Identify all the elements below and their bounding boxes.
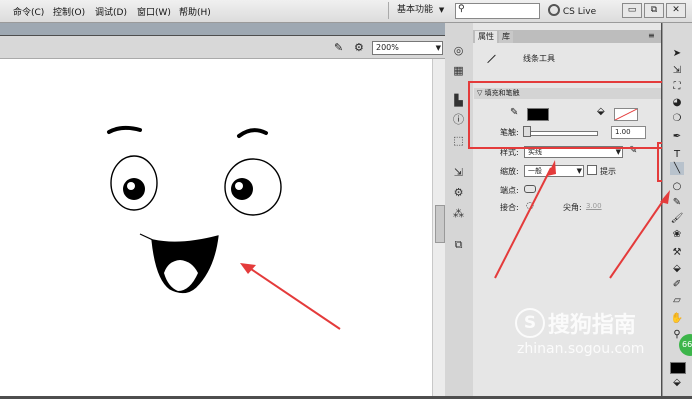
workspace-label: 基本功能	[397, 5, 434, 15]
chevron-down-icon: ▼	[438, 6, 445, 14]
chevron-down-icon: ▼	[435, 44, 441, 52]
close-button[interactable]: ✕	[666, 3, 686, 18]
tool-name: 线条工具	[523, 54, 555, 63]
document-tab-strip	[0, 23, 445, 35]
minimize-icon: ▭	[627, 5, 637, 15]
menu-debug[interactable]: 调试(D)	[95, 5, 127, 18]
right-eye-highlight	[235, 182, 243, 190]
watermark-url: zhinan.sogou.com	[517, 341, 645, 357]
subselection-tool-icon[interactable]: ⇲	[670, 64, 684, 77]
scroll-thumb[interactable]	[435, 205, 445, 243]
cs-live-label: CS Live	[562, 7, 597, 17]
3d-rotation-tool-icon[interactable]: ◕	[670, 96, 684, 109]
hand-tool-icon[interactable]: ✋	[670, 312, 684, 325]
cs-live-button[interactable]: CS Live	[548, 4, 596, 19]
menu-help[interactable]: 帮助(H)	[179, 5, 211, 18]
zoom-value: 200%	[376, 43, 399, 52]
color-panel-icon[interactable]: ◎	[451, 44, 466, 58]
swatches-icon[interactable]: ▦	[451, 64, 466, 78]
annotation-arrowhead	[547, 160, 556, 176]
menu-control[interactable]: 控制(O)	[53, 5, 85, 18]
edit-scene-icon[interactable]: ⚙	[354, 41, 364, 54]
zoom-select[interactable]: 200% ▼	[372, 41, 443, 55]
fill-stroke-highlight-box	[468, 81, 664, 149]
restore-icon: ⧉	[650, 5, 658, 15]
align-icon[interactable]: ▙	[451, 94, 466, 108]
annotation-arrow-stage	[247, 266, 341, 330]
badge-count: 66	[682, 340, 692, 349]
free-transform-tool-icon[interactable]: ⛶	[670, 80, 684, 93]
annotation-arrows	[494, 160, 670, 279]
tab-library[interactable]: 库	[499, 31, 513, 43]
edit-symbol-icon[interactable]: ✎	[334, 41, 343, 54]
watermark-brand: 搜狗指南	[547, 313, 636, 338]
menu-window[interactable]: 窗口(W)	[137, 5, 171, 18]
search-icon: ⚲	[458, 4, 465, 14]
left-eye-highlight	[127, 182, 135, 190]
annotation-arrowhead	[240, 263, 256, 274]
search-input[interactable]: ⚲	[455, 3, 540, 19]
pen-tool-icon[interactable]: ✒	[670, 130, 684, 143]
menu-command[interactable]: 命令(C)	[13, 5, 44, 18]
panel-menu-icon[interactable]: ≡	[648, 31, 655, 40]
annotation-arrowhead	[660, 190, 670, 204]
cs-live-icon	[548, 4, 560, 16]
sogou-logo-icon: S	[515, 308, 545, 338]
sogou-watermark: S 搜狗指南 zhinan.sogou.com	[515, 307, 644, 357]
tab-properties[interactable]: 属性	[475, 31, 497, 43]
restore-button[interactable]: ⧉	[644, 3, 664, 18]
fill-color-tool-icon[interactable]: ⬙	[670, 376, 684, 389]
right-eyebrow	[237, 128, 268, 138]
right-pupil	[231, 178, 253, 200]
left-eyebrow	[107, 125, 142, 134]
stage-canvas[interactable]	[0, 59, 432, 396]
face-drawing	[107, 125, 341, 330]
transform-icon[interactable]: ⬚	[451, 134, 466, 148]
stroke-color-tool-swatch[interactable]	[670, 362, 686, 374]
stage-scrollbar[interactable]	[432, 59, 446, 396]
workspace-switcher[interactable]: 基本功能 ▼	[388, 2, 457, 19]
close-icon: ✕	[672, 5, 680, 15]
selection-tool-icon[interactable]: ➤	[670, 47, 684, 60]
minimize-button[interactable]: ▭	[622, 3, 642, 18]
lasso-tool-icon[interactable]: ❍	[670, 112, 684, 125]
left-pupil	[123, 178, 145, 200]
info-icon[interactable]: ⓘ	[451, 113, 466, 127]
annotation-arrow-tools	[609, 197, 666, 279]
annotation-arrow-panel	[494, 167, 552, 279]
